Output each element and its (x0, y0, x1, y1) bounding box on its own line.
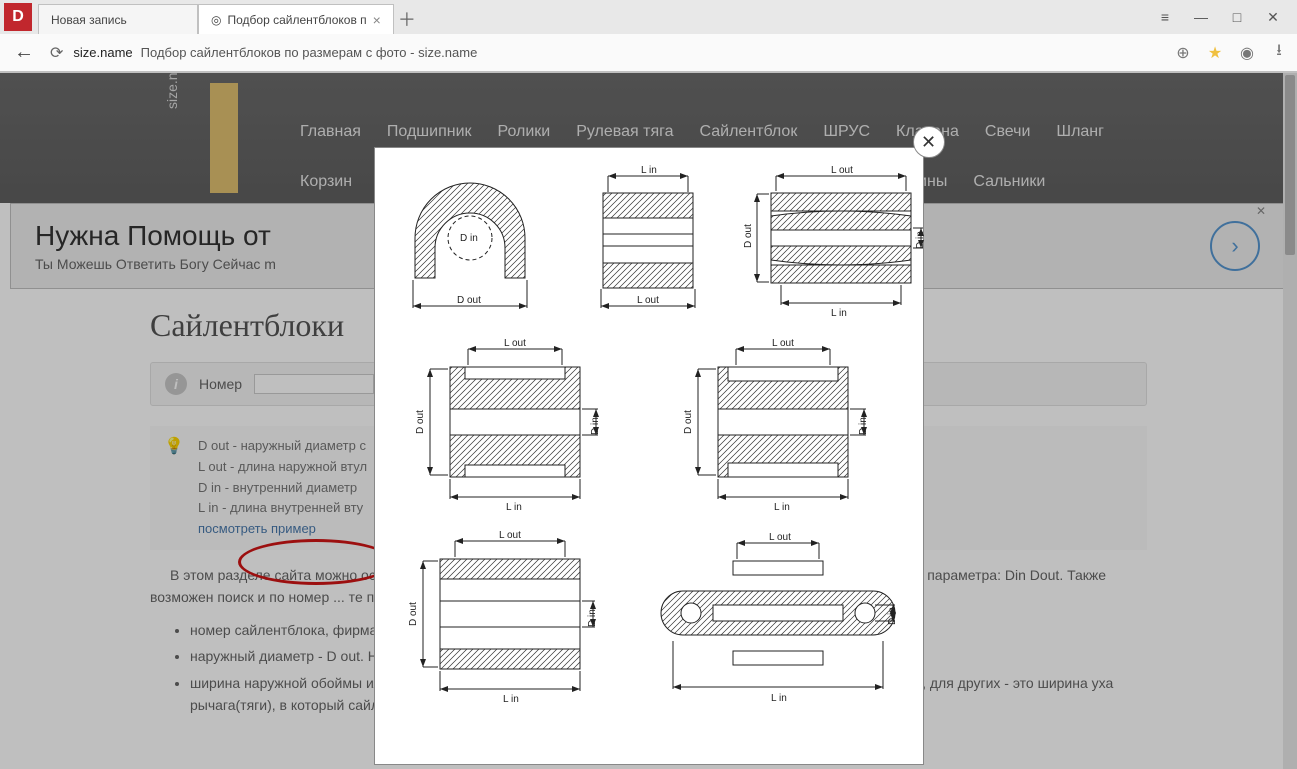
label-lout: L out (637, 295, 659, 306)
bookmark-star-icon[interactable]: ★ (1205, 43, 1225, 63)
menu-icon[interactable]: ≡ (1155, 7, 1175, 27)
new-tab-button[interactable]: ＋ (394, 6, 420, 32)
address-bar: ← ⟳ size.name Подбор сайлентблоков по ра… (0, 34, 1297, 72)
label-din: D in (460, 233, 478, 244)
diagram-sleeve: L out L in D out D in (385, 521, 635, 711)
label-lin: L in (641, 165, 657, 176)
back-button[interactable]: ← (8, 41, 40, 64)
diagram-bushing-b: L out L in D out D in (653, 327, 913, 517)
diagram-cylinder-1: L in L out (563, 158, 733, 323)
label-dout: D out (743, 224, 754, 248)
close-window-icon[interactable]: ✕ (1263, 7, 1283, 27)
reload-button[interactable]: ⟳ (50, 43, 63, 63)
label-din: D in (858, 417, 869, 435)
tab-active[interactable]: ◎ Подбор сайлентблоков п × (198, 4, 394, 34)
label-dout: D out (457, 295, 481, 306)
label-din: D in (587, 609, 598, 627)
label-lin: L in (774, 502, 790, 513)
diagram-row-2: L out L in D out D in (385, 327, 913, 517)
label-din: D in (915, 231, 926, 249)
tab-label: Подбор сайлентблоков п (227, 13, 366, 27)
page-viewport: size.name Главная Подшипник Ролики Рулев… (0, 73, 1297, 769)
download-icon[interactable]: ⭳ (1269, 43, 1289, 63)
minimize-icon[interactable]: — (1191, 7, 1211, 27)
diagram-eyelet: L out L in D in (643, 521, 913, 711)
diagram-arch: D in D out (385, 158, 555, 323)
label-dout: D out (408, 602, 419, 626)
label-lout: L out (499, 530, 521, 541)
label-lout: L out (772, 338, 794, 349)
label-din: D in (887, 607, 898, 625)
label-dout: D out (683, 410, 694, 434)
extension-icon[interactable]: ◉ (1237, 43, 1257, 63)
tab-new-entry[interactable]: Новая запись (38, 4, 198, 34)
close-icon[interactable]: × (373, 12, 381, 28)
diagram-modal: ✕ D in D out (374, 147, 924, 765)
label-lin: L in (506, 502, 522, 513)
diagram-bushing-a: L out L in D out D in (385, 327, 645, 517)
label-lout: L out (769, 532, 791, 543)
app-badge: D (4, 3, 32, 31)
tab-favicon: ◎ (211, 13, 221, 27)
tab-bar: D Новая запись ◎ Подбор сайлентблоков п … (0, 0, 1297, 34)
globe-icon[interactable]: ⊕ (1173, 43, 1193, 63)
tab-label: Новая запись (51, 13, 127, 27)
diagram-wide-bushing: L out L in D out D in (741, 158, 931, 323)
browser-chrome: D Новая запись ◎ Подбор сайлентблоков п … (0, 0, 1297, 73)
url-title: Подбор сайлентблоков по размерам с фото … (141, 45, 478, 60)
window-controls: ≡ — □ ✕ (1155, 7, 1293, 27)
close-icon[interactable]: ✕ (913, 126, 945, 158)
maximize-icon[interactable]: □ (1227, 7, 1247, 27)
label-din: D in (590, 417, 601, 435)
label-lout: L out (831, 165, 853, 176)
label-lout: L out (504, 338, 526, 349)
diagram-row-1: D in D out L in (385, 158, 913, 323)
label-lin: L in (503, 694, 519, 705)
label-lin: L in (831, 308, 847, 319)
url-input[interactable]: size.name Подбор сайлентблоков по размер… (73, 45, 1163, 60)
label-lin: L in (771, 693, 787, 704)
label-dout: D out (415, 410, 426, 434)
diagram-row-3: L out L in D out D in (385, 521, 913, 711)
modal-overlay[interactable]: ✕ D in D out (0, 73, 1297, 769)
url-domain: size.name (73, 45, 132, 60)
